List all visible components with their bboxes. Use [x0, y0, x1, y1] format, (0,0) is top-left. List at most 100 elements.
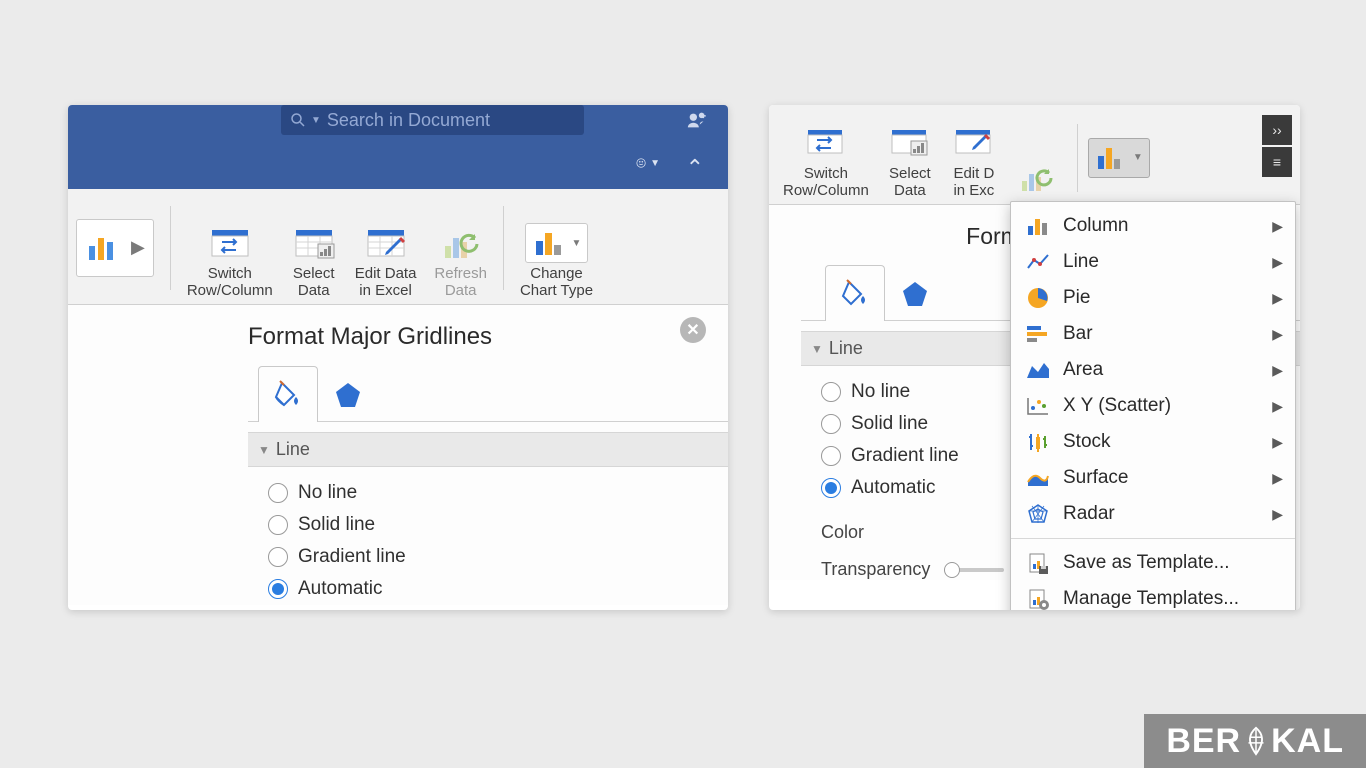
- select-data-icon: [889, 125, 931, 161]
- panel-title: Format Major Gridlines: [248, 315, 728, 365]
- separator: [170, 206, 171, 290]
- select-label: Select Data: [293, 266, 335, 300]
- chart-style-button[interactable]: ▶: [76, 219, 154, 277]
- switch-label: Switch Row/Column: [187, 266, 273, 300]
- line-chart-icon: [1026, 252, 1050, 272]
- manage-templates-icon: [1027, 588, 1049, 610]
- dd-bar[interactable]: Bar▶: [1011, 316, 1295, 352]
- fill-line-tab[interactable]: [825, 265, 885, 321]
- dd-line[interactable]: Line▶: [1011, 244, 1295, 280]
- radio-automatic[interactable]: Automatic: [268, 573, 728, 605]
- share-icon[interactable]: [684, 109, 710, 136]
- select-label: Select Data: [889, 166, 931, 200]
- right-screenshot: Switch Row/Column Select Data Edit D in …: [769, 105, 1300, 610]
- switch-label: Switch Row/Column: [783, 166, 869, 200]
- pentagon-icon: [332, 379, 364, 411]
- chevron-down-icon: ▼: [1133, 152, 1143, 163]
- column-chart-icon: [85, 232, 121, 264]
- search-icon: [289, 111, 307, 129]
- dd-save-template[interactable]: Save as Template...: [1011, 545, 1295, 581]
- format-panel: ✕ Format Major Gridlines ▼Line No line S…: [68, 305, 728, 605]
- edit-data-button[interactable]: Edit Data in Excel: [349, 195, 423, 300]
- watermark: BER KAL: [1144, 714, 1366, 768]
- radar-chart-icon: [1027, 503, 1049, 525]
- dd-radar[interactable]: Radar▶: [1011, 496, 1295, 532]
- dd-stock[interactable]: Stock▶: [1011, 424, 1295, 460]
- close-button[interactable]: ✕: [680, 317, 706, 343]
- fill-line-tab[interactable]: [258, 366, 318, 422]
- title-bar: ▼ Search in Document ▼ ⌃: [68, 105, 728, 189]
- paint-bucket-icon: [839, 278, 871, 310]
- chevron-right-icon: ▶: [1272, 434, 1283, 451]
- switch-icon: [805, 125, 847, 161]
- leaf-icon: [1241, 726, 1271, 756]
- chart-type-dropdown: Column▶ Line▶ Pie▶ Bar▶ Area▶ X Y (Scatt…: [1010, 201, 1296, 610]
- search-input[interactable]: ▼ Search in Document: [281, 105, 584, 135]
- change-chart-type-button[interactable]: ▼: [1088, 138, 1150, 178]
- effects-tab[interactable]: [885, 265, 945, 321]
- change-chart-icon: [532, 229, 568, 257]
- menu-button[interactable]: ≡: [1262, 147, 1292, 177]
- switch-row-column-button[interactable]: Switch Row/Column: [777, 115, 875, 200]
- chart-ribbon: ▶ Switch Row/Column Select Data Edit Dat…: [68, 189, 728, 305]
- change-chart-icon: [1095, 145, 1129, 171]
- dd-pie[interactable]: Pie▶: [1011, 280, 1295, 316]
- edit-data-button[interactable]: Edit D in Exc: [945, 115, 1003, 200]
- chart-ribbon: Switch Row/Column Select Data Edit D in …: [769, 105, 1300, 205]
- chevron-right-icon: ▶: [1272, 218, 1283, 235]
- radio-no-line[interactable]: No line: [268, 477, 728, 509]
- select-data-icon: [292, 224, 336, 262]
- chevron-right-icon: ▶: [131, 237, 145, 258]
- left-screenshot: ▼ Search in Document ▼ ⌃ ▶ Switch Row/Co…: [68, 105, 728, 610]
- separator: [1077, 124, 1078, 192]
- area-chart-icon: [1026, 360, 1050, 380]
- scatter-chart-icon: [1026, 396, 1050, 416]
- chevron-down-icon: ▼: [650, 158, 660, 169]
- dd-surface[interactable]: Surface▶: [1011, 460, 1295, 496]
- surface-chart-icon: [1026, 468, 1050, 488]
- change-chart-type-button[interactable]: ▼ Change Chart Type: [514, 195, 599, 300]
- refresh-data-button: [1009, 115, 1067, 200]
- line-options: No line Solid line Gradient line Automat…: [248, 467, 728, 605]
- transparency-slider[interactable]: [944, 568, 1004, 572]
- save-template-icon: [1027, 552, 1049, 574]
- edit-label: Edit Data in Excel: [355, 266, 417, 300]
- pie-chart-icon: [1027, 287, 1049, 309]
- chevron-right-icon: ▶: [1272, 290, 1283, 307]
- section-label: Line: [829, 338, 863, 359]
- radio-gradient-line[interactable]: Gradient line: [268, 541, 728, 573]
- edit-data-icon: [953, 125, 995, 161]
- change-label: Change Chart Type: [520, 266, 593, 300]
- feedback-button[interactable]: ▼: [636, 151, 660, 175]
- line-section-header[interactable]: ▼Line: [248, 432, 728, 467]
- dd-scatter[interactable]: X Y (Scatter)▶: [1011, 388, 1295, 424]
- radio-solid-line[interactable]: Solid line: [268, 509, 728, 541]
- column-chart-icon: [1026, 216, 1050, 236]
- effects-tab[interactable]: [318, 366, 378, 422]
- more-button[interactable]: ››: [1262, 115, 1292, 145]
- chevron-down-icon: ▼: [572, 238, 582, 249]
- dd-area[interactable]: Area▶: [1011, 352, 1295, 388]
- dd-manage-templates[interactable]: Manage Templates...: [1011, 581, 1295, 610]
- chevron-right-icon: ▶: [1272, 326, 1283, 343]
- chevron-right-icon: ▶: [1272, 398, 1283, 415]
- paint-bucket-icon: [272, 379, 304, 411]
- refresh-label: Refresh Data: [434, 266, 487, 300]
- chevron-right-icon: ▶: [1272, 254, 1283, 271]
- select-data-button[interactable]: Select Data: [881, 115, 939, 200]
- edit-data-icon: [364, 224, 408, 262]
- separator: [1011, 538, 1295, 539]
- panel-tabs: [248, 365, 728, 422]
- section-label: Line: [276, 439, 310, 460]
- ribbon-overflow: ›› ≡: [1262, 115, 1292, 177]
- switch-row-column-button[interactable]: Switch Row/Column: [181, 195, 279, 300]
- separator: [503, 206, 504, 290]
- refresh-icon: [1017, 161, 1059, 197]
- select-data-button[interactable]: Select Data: [285, 195, 343, 300]
- collapse-ribbon-button[interactable]: ⌃: [686, 155, 704, 181]
- refresh-icon: [439, 224, 483, 262]
- refresh-data-button: Refresh Data: [428, 195, 493, 300]
- dd-column[interactable]: Column▶: [1011, 208, 1295, 244]
- chevron-down-icon: ▼: [811, 342, 823, 356]
- chevron-down-icon: ▼: [311, 115, 321, 126]
